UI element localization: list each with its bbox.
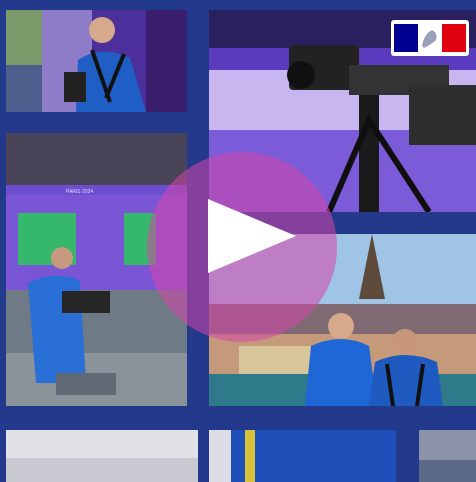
marianne-flag-icon: [394, 24, 466, 52]
tile-operator-harness: [6, 10, 187, 112]
tile-bottom-right: [419, 430, 476, 482]
tile-bottom-center: [209, 430, 396, 482]
play-icon: [208, 199, 296, 273]
tile-bottom-left: [6, 430, 198, 482]
court-banner-text: PARIS 2024: [66, 189, 93, 195]
government-flag-badge: [391, 20, 469, 56]
